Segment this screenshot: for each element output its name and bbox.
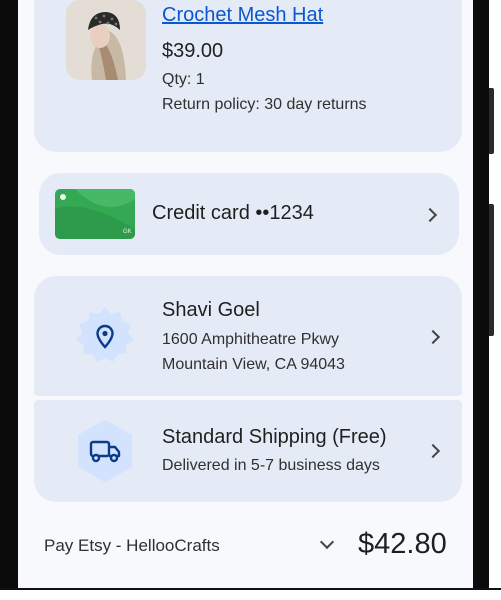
device-bezel-left: [0, 0, 18, 588]
return-policy: Return policy: 30 day returns: [162, 96, 367, 113]
location-pin-icon: [76, 307, 134, 362]
payment-sheet: Crochet Mesh Hat $39.00 Qty: 1 Return po…: [18, 0, 473, 588]
address-line-1: 1600 Amphitheatre Pkwy: [162, 331, 339, 348]
device-bottom-edge: [0, 588, 501, 590]
device-power-button: [489, 88, 494, 154]
device-bezel-right: [473, 0, 489, 588]
recipient-name: Shavi Goel: [162, 299, 260, 321]
chevron-right-icon: [422, 207, 438, 223]
payment-method-row[interactable]: GK Credit card ••1234: [39, 173, 459, 255]
chevron-right-icon: [425, 329, 441, 345]
shipping-method-eta: Delivered in 5-7 business days: [162, 457, 380, 474]
truck-icon: [78, 420, 132, 482]
device-volume-button: [489, 204, 494, 336]
product-thumbnail: [66, 0, 146, 80]
payment-method-label: Credit card ••1234: [152, 202, 314, 224]
product-title-link[interactable]: Crochet Mesh Hat: [162, 4, 323, 27]
shipping-method-row[interactable]: Standard Shipping (Free) Delivered in 5-…: [34, 400, 462, 502]
address-line-2: Mountain View, CA 94043: [162, 356, 345, 373]
chevron-down-icon[interactable]: [319, 534, 335, 550]
svg-text:GK: GK: [123, 229, 132, 235]
shipping-address-row[interactable]: Shavi Goel 1600 Amphitheatre Pkwy Mounta…: [34, 276, 462, 396]
merchant-label: Pay Etsy - HellooCrafts: [44, 536, 220, 555]
product-photo: [66, 0, 146, 80]
product-price: $39.00: [162, 40, 224, 62]
chevron-right-icon: [425, 443, 441, 459]
shipping-method-title: Standard Shipping (Free): [162, 426, 387, 448]
order-total: $42.80: [358, 528, 447, 560]
product-quantity: Qty: 1: [162, 71, 205, 88]
credit-card-icon: GK: [55, 189, 135, 239]
product-card: Crochet Mesh Hat $39.00 Qty: 1 Return po…: [34, 0, 462, 152]
